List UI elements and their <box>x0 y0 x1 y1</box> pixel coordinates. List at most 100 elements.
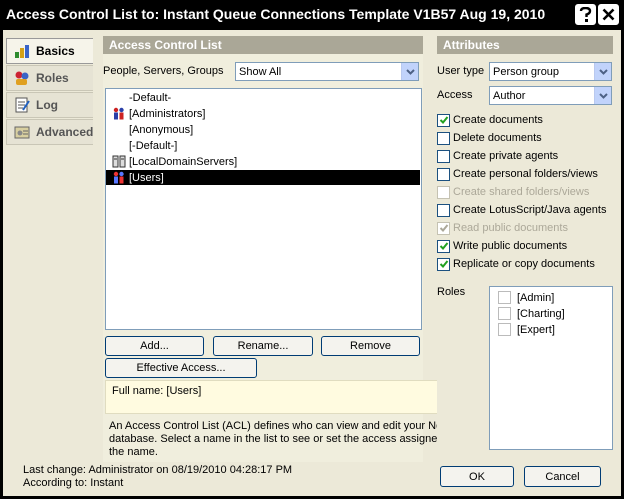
according-to-text: According to: Instant <box>23 477 124 489</box>
remove-button[interactable]: Remove <box>321 336 420 356</box>
option-create-private-agents[interactable]: Create private agents <box>437 148 558 164</box>
checkbox-label: Write public documents <box>453 240 568 252</box>
role-checkbox[interactable] <box>498 323 511 336</box>
basics-icon <box>15 45 29 58</box>
checkbox <box>437 221 450 235</box>
dialog-client: Basics Roles Log Advanced Access Control… <box>3 30 621 496</box>
full-name-box: Full name: [Users] <box>105 380 479 414</box>
title-bar[interactable]: Access Control List to: Instant Queue Co… <box>0 0 624 30</box>
checkbox-label: Create shared folders/views <box>453 186 590 198</box>
checkbox[interactable] <box>437 203 450 217</box>
filter-label: People, Servers, Groups <box>103 65 224 77</box>
tab-advanced[interactable]: Advanced <box>6 119 93 145</box>
server-group-icon <box>112 155 126 168</box>
acl-entry-list[interactable]: -Default- [Administrators] [Anonymous] [… <box>105 88 422 330</box>
log-icon <box>15 97 30 113</box>
option-write-public-documents[interactable]: Write public documents <box>437 238 567 254</box>
option-delete-documents[interactable]: Delete documents <box>437 130 542 146</box>
ok-button[interactable]: OK <box>440 466 514 487</box>
tab-log[interactable]: Log <box>6 92 93 118</box>
checkbox[interactable] <box>437 131 450 145</box>
chevron-down-icon[interactable] <box>594 87 611 104</box>
checkbox-label: Create documents <box>453 114 543 126</box>
option-read-public-documents: Read public documents <box>437 220 568 236</box>
chevron-down-icon[interactable] <box>594 63 611 80</box>
option-create-lotusscript-java-agents[interactable]: Create LotusScript/Java agents <box>437 202 606 218</box>
checkbox[interactable] <box>437 149 450 163</box>
advanced-icon <box>14 126 30 139</box>
tab-roles[interactable]: Roles <box>6 65 93 91</box>
effective-access-button[interactable]: Effective Access... <box>105 358 257 378</box>
person-group-icon <box>113 171 124 184</box>
option-create-documents[interactable]: Create documents <box>437 112 543 128</box>
entry-name: [-Default-] <box>129 139 178 152</box>
help-icon <box>579 7 592 22</box>
footer-info: Last change: Administrator on 08/19/2010… <box>23 464 292 490</box>
roles-label: Roles <box>437 286 466 298</box>
access-dropdown[interactable]: Author <box>489 86 612 105</box>
close-icon <box>602 8 615 21</box>
user-type-value: Person group <box>493 65 560 78</box>
checkbox-label: Create LotusScript/Java agents <box>453 204 607 216</box>
list-item[interactable]: [Administrators] <box>106 106 420 121</box>
attributes-panel: Attributes User type Person group Access… <box>437 36 613 456</box>
acl-dialog: Access Control List to: Instant Queue Co… <box>0 0 624 499</box>
user-type-dropdown[interactable]: Person group <box>489 62 612 81</box>
entry-name: [LocalDomainServers] <box>129 155 238 168</box>
checkbox <box>437 185 450 199</box>
list-item[interactable]: [Anonymous] <box>106 122 420 137</box>
option-create-personal-folders-views[interactable]: Create personal folders/views <box>437 166 598 182</box>
checkbox[interactable] <box>437 113 450 127</box>
role-item-expert[interactable]: [Expert] <box>498 322 555 337</box>
checkmark-icon <box>439 224 448 232</box>
acl-section-header: Access Control List <box>103 36 423 54</box>
checkbox-label: Replicate or copy documents <box>453 258 595 270</box>
role-name: [Expert] <box>517 323 555 336</box>
role-item-charting[interactable]: [Charting] <box>498 306 565 321</box>
entry-name: -Default- <box>129 91 172 104</box>
access-label: Access <box>437 89 473 101</box>
role-checkbox[interactable] <box>498 307 511 320</box>
chevron-down-icon[interactable] <box>401 63 418 80</box>
roles-list[interactable]: [Admin] [Charting] [Expert] <box>489 286 613 450</box>
list-item[interactable]: [LocalDomainServers] <box>106 154 420 169</box>
tab-label: Roles <box>36 71 69 85</box>
close-button[interactable] <box>598 4 619 25</box>
checkbox-label: Create personal folders/views <box>453 168 598 180</box>
filter-dropdown[interactable]: Show All <box>235 62 419 81</box>
help-button[interactable] <box>575 4 596 25</box>
option-replicate-or-copy-documents[interactable]: Replicate or copy documents <box>437 256 595 272</box>
full-name-text: Full name: [Users] <box>112 385 202 397</box>
entry-name: [Users] <box>129 171 164 184</box>
role-item-admin[interactable]: [Admin] <box>498 290 554 305</box>
list-item[interactable]: [-Default-] <box>106 138 420 153</box>
checkbox-label: Create private agents <box>453 150 559 162</box>
checkbox-label: Read public documents <box>453 222 568 234</box>
tab-list: Basics Roles Log Advanced <box>6 38 93 146</box>
checkbox[interactable] <box>437 167 450 181</box>
attributes-section-header: Attributes <box>437 36 613 54</box>
acl-panel: Access Control List People, Servers, Gro… <box>103 36 479 462</box>
checkbox[interactable] <box>437 257 450 271</box>
role-checkbox[interactable] <box>498 291 511 304</box>
list-item-selected[interactable]: [Users] <box>106 170 420 185</box>
tab-basics[interactable]: Basics <box>6 38 93 64</box>
entry-name: [Anonymous] <box>129 123 194 136</box>
roles-icon <box>15 71 29 85</box>
cancel-button[interactable]: Cancel <box>524 466 601 487</box>
entry-name: [Administrators] <box>129 107 206 120</box>
add-button[interactable]: Add... <box>105 336 204 356</box>
tab-label: Log <box>36 98 58 112</box>
person-group-icon <box>113 107 124 120</box>
list-item[interactable]: -Default- <box>106 90 420 105</box>
tab-label: Advanced <box>36 125 94 139</box>
checkbox[interactable] <box>437 239 450 253</box>
rename-button[interactable]: Rename... <box>213 336 313 356</box>
checkmark-icon <box>439 260 448 268</box>
access-value: Author <box>493 89 526 102</box>
role-name: [Admin] <box>517 291 555 304</box>
tab-label: Basics <box>36 44 75 58</box>
window-title: Access Control List to: Instant Queue Co… <box>6 6 546 22</box>
user-type-label: User type <box>437 65 485 77</box>
role-name: [Charting] <box>517 307 565 320</box>
